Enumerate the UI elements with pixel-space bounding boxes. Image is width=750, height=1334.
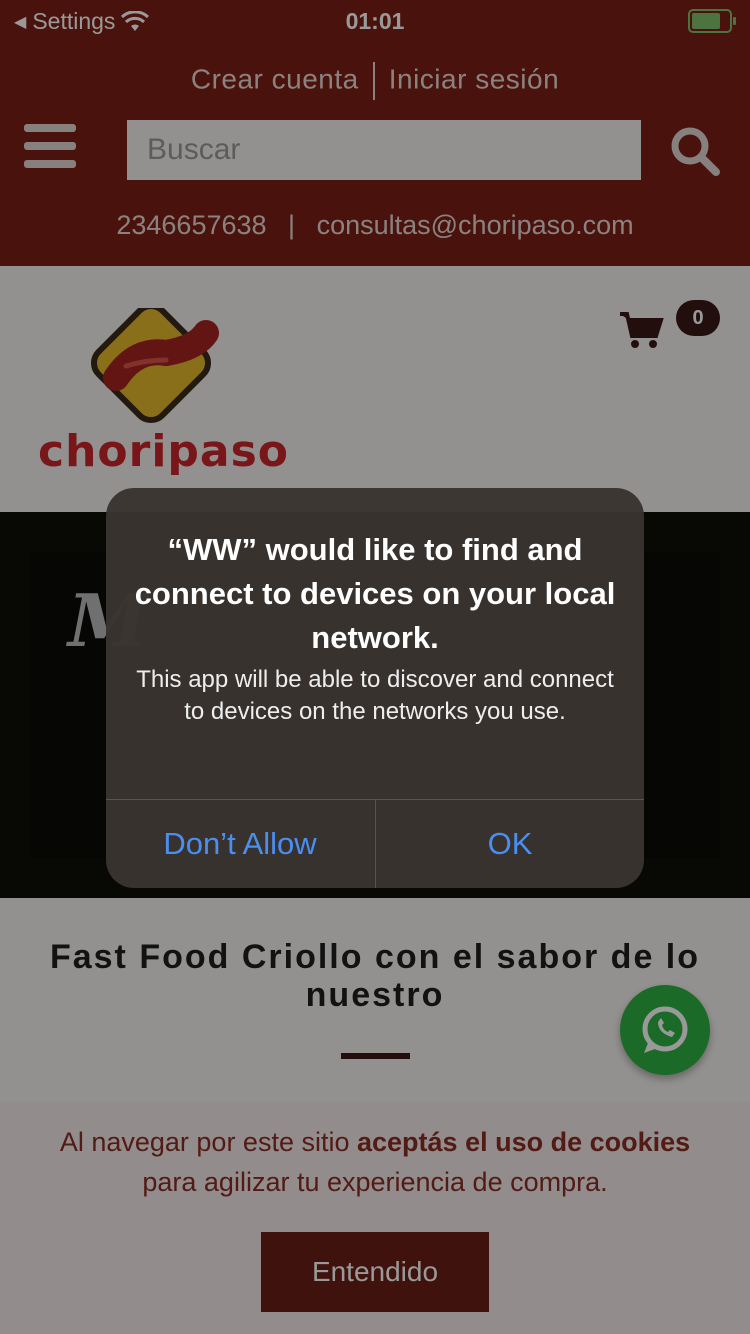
permission-alert: “WW” would like to find and connect to d… — [106, 488, 644, 888]
ok-button[interactable]: OK — [376, 800, 644, 888]
alert-message: This app will be able to discover and co… — [136, 666, 614, 725]
alert-title: “WW” would like to find and connect to d… — [134, 532, 616, 655]
dont-allow-button[interactable]: Don’t Allow — [106, 800, 374, 888]
